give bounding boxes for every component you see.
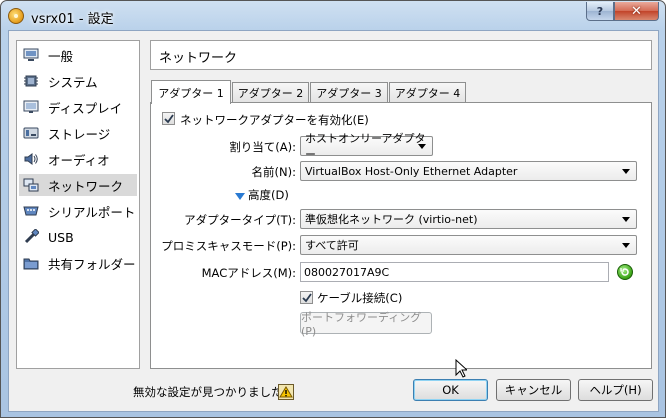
name-label: 名前(N): xyxy=(251,165,296,179)
usb-icon xyxy=(23,229,39,245)
cable-connected-label[interactable]: ケーブル接続(C) xyxy=(317,290,402,306)
cable-connected-checkbox[interactable] xyxy=(300,291,313,304)
sidebar-item-usb[interactable]: USB xyxy=(19,226,137,248)
sidebar-item-label: システム xyxy=(48,74,98,90)
monitor-icon xyxy=(23,47,39,63)
sidebar-item-system[interactable]: システム xyxy=(19,70,137,92)
mac-address-value: 080027017A9C xyxy=(304,265,390,279)
title-bar[interactable]: vsrx01 - 設定 ? ✕ xyxy=(1,1,665,31)
chip-icon xyxy=(23,73,39,89)
sidebar-item-label: オーディオ xyxy=(48,152,110,168)
section-title: ネットワーク xyxy=(159,51,238,66)
attached-to-value: ホストオンリーアダプター xyxy=(305,132,426,161)
serial-port-icon xyxy=(23,203,39,219)
tab-adapter-3[interactable]: アダプター 3 xyxy=(310,82,388,103)
chevron-down-icon xyxy=(418,144,426,149)
promiscuous-mode-value: すべて許可 xyxy=(305,239,359,252)
mac-address-input[interactable]: 080027017A9C xyxy=(300,262,609,282)
adapter-name-value: VirtualBox Host-Only Ethernet Adapter xyxy=(305,164,518,178)
help-button[interactable]: ヘルプ(H) xyxy=(578,379,653,401)
advanced-toggle[interactable]: 高度(D) xyxy=(248,187,289,203)
expand-triangle-icon[interactable] xyxy=(235,190,245,204)
adapter-type-label: アダプタータイプ(T): xyxy=(184,213,296,227)
sidebar-item-display[interactable]: ディスプレイ xyxy=(19,96,137,118)
refresh-mac-icon[interactable] xyxy=(617,264,633,280)
sidebar-item-label: シリアルポート xyxy=(48,204,136,220)
settings-category-list: 一般 システム ディスプレイ ストレージ オーディオ ネットワーク シリアルポー… xyxy=(16,40,140,369)
help-caption-button[interactable]: ? xyxy=(586,2,614,21)
sidebar-item-serial-port[interactable]: シリアルポート xyxy=(19,200,137,222)
checkmark-icon xyxy=(163,113,174,123)
adapter-type-value: 準仮想化ネットワーク (virtio-net) xyxy=(305,213,478,226)
adapter-tab-panel: ネットワークアダプターを有効化(E) 割り当て(A): ホストオンリーアダプター… xyxy=(150,102,652,378)
attached-to-select[interactable]: ホストオンリーアダプター xyxy=(300,132,433,161)
virtualbox-app-icon xyxy=(8,8,24,24)
cancel-button[interactable]: キャンセル xyxy=(496,379,571,401)
folder-icon xyxy=(23,255,39,271)
sidebar-item-label: 一般 xyxy=(48,48,74,64)
promiscuous-mode-select[interactable]: すべて許可 xyxy=(300,235,637,255)
mouse-cursor-icon xyxy=(455,358,469,381)
display-icon xyxy=(23,99,39,115)
sidebar-item-label: 共有フォルダー xyxy=(48,256,136,272)
mac-address-label: MACアドレス(M): xyxy=(201,266,296,280)
sidebar-item-label: ストレージ xyxy=(48,126,111,142)
window-title: vsrx01 - 設定 xyxy=(31,12,114,27)
sidebar-item-shared-folders[interactable]: 共有フォルダー xyxy=(19,252,137,274)
checkmark-icon xyxy=(301,292,312,302)
sidebar-item-general[interactable]: 一般 xyxy=(19,44,137,66)
storage-icon xyxy=(23,125,39,141)
ok-button[interactable]: OK xyxy=(413,379,488,401)
chevron-down-icon xyxy=(622,169,630,174)
sidebar-item-label: ディスプレイ xyxy=(48,100,123,116)
adapter-name-select[interactable]: VirtualBox Host-Only Ethernet Adapter xyxy=(300,161,637,181)
port-forwarding-button[interactable]: ポートフォワーディング(P) xyxy=(300,311,432,338)
attached-to-label: 割り当て(A): xyxy=(229,140,296,154)
chevron-down-icon xyxy=(622,217,630,222)
sidebar-item-label: ネットワーク xyxy=(48,178,124,194)
network-icon xyxy=(23,177,39,193)
sidebar-item-network[interactable]: ネットワーク xyxy=(19,174,137,196)
close-button[interactable]: ✕ xyxy=(614,2,659,21)
enable-adapter-label[interactable]: ネットワークアダプターを有効化(E) xyxy=(180,112,369,128)
section-header: ネットワーク xyxy=(150,40,652,70)
sidebar-item-storage[interactable]: ストレージ xyxy=(19,122,137,144)
sidebar-item-label: USB xyxy=(48,229,74,245)
status-message: 無効な設定が見つかりました xyxy=(133,385,283,399)
chevron-down-icon xyxy=(622,243,630,248)
sidebar-item-audio[interactable]: オーディオ xyxy=(19,148,137,170)
enable-adapter-checkbox[interactable] xyxy=(162,112,175,125)
speaker-icon xyxy=(23,151,39,167)
tab-adapter-2[interactable]: アダプター 2 xyxy=(232,82,309,103)
tab-adapter-1[interactable]: アダプター 1 xyxy=(151,80,231,104)
adapter-type-select[interactable]: 準仮想化ネットワーク (virtio-net) xyxy=(300,209,637,229)
warning-icon[interactable] xyxy=(278,384,294,400)
promiscuous-mode-label: プロミスキャスモード(P): xyxy=(161,239,296,253)
settings-window: vsrx01 - 設定 ? ✕ 一般 システム ディスプレイ ストレージ オーデ… xyxy=(0,0,666,418)
tab-adapter-4[interactable]: アダプター 4 xyxy=(389,82,466,103)
dialog-client-area: 一般 システム ディスプレイ ストレージ オーディオ ネットワーク シリアルポー… xyxy=(8,30,659,412)
